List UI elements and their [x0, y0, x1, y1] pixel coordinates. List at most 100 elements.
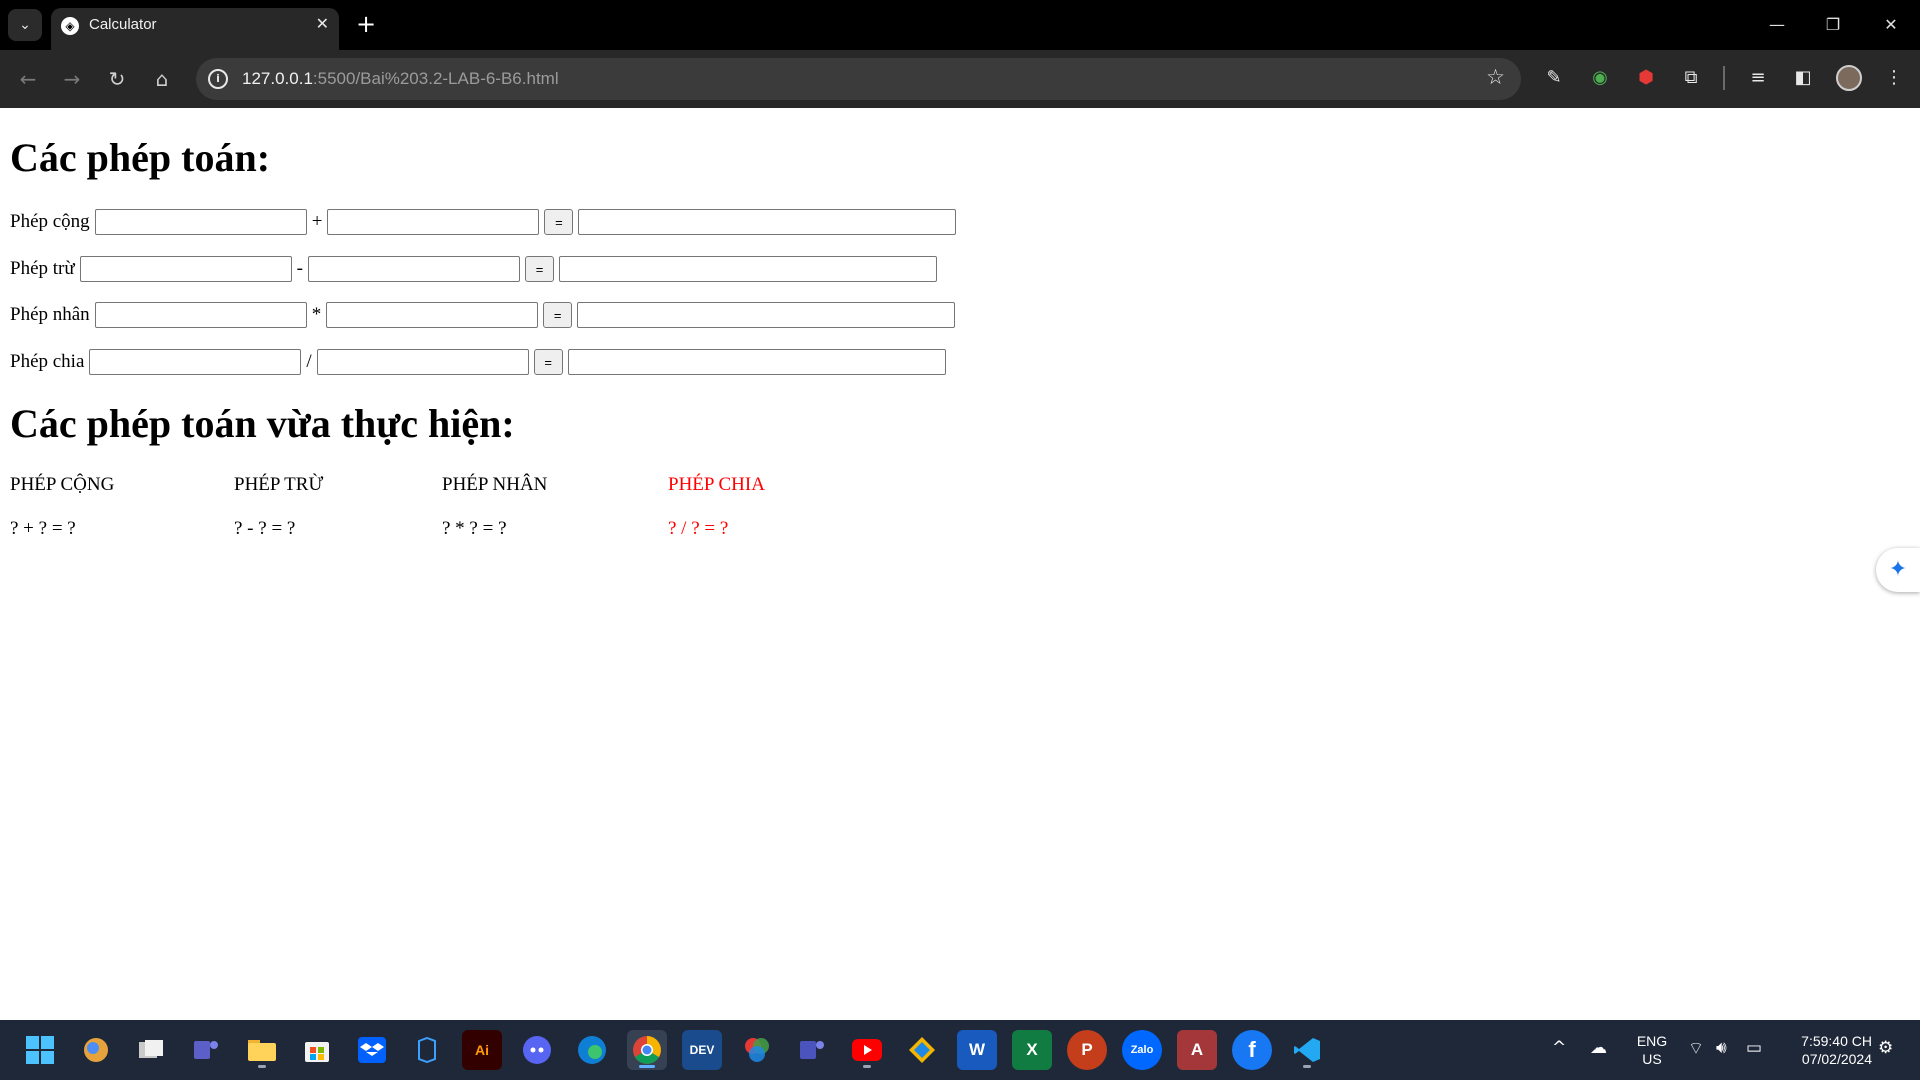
history-division: PHÉP CHIA ? / ? = ? [668, 474, 765, 540]
history-addition-label: PHÉP CỘNG [10, 474, 115, 495]
history-addition-expr: ? + ? = ? [10, 518, 76, 539]
teams-chat-icon[interactable] [186, 1030, 226, 1070]
discord-icon[interactable] [517, 1030, 557, 1070]
side-panel-icon[interactable]: ◧ [1789, 64, 1817, 92]
more-menu-icon[interactable]: ⋮ [1880, 64, 1908, 92]
division-row: Phép chia / = [10, 348, 946, 376]
eyedropper-extension-icon[interactable]: ✎ [1540, 64, 1568, 92]
operations-heading: Các phép toán: [10, 135, 271, 180]
forward-arrow-icon[interactable]: → [56, 63, 88, 95]
start-windows-icon[interactable] [20, 1030, 60, 1070]
chrome-icon[interactable] [627, 1030, 667, 1070]
chevron-down-icon: ⌄ [19, 17, 31, 33]
dev-home-icon[interactable]: DEV [682, 1030, 722, 1070]
lang-line1: ENG [1636, 1033, 1668, 1049]
home-icon[interactable]: ⌂ [146, 63, 178, 95]
media-control-icon[interactable]: ≡ [1744, 64, 1772, 92]
toolbar-separator [1723, 66, 1725, 90]
history-division-expr: ? / ? = ? [668, 518, 729, 539]
excel-icon[interactable]: X [1012, 1030, 1052, 1070]
tab-close-icon[interactable]: ✕ [316, 14, 329, 33]
facebook-icon[interactable]: f [1232, 1030, 1272, 1070]
copilot-pre-icon[interactable] [76, 1030, 116, 1070]
file-explorer-icon[interactable] [242, 1030, 282, 1070]
division-operand1-input[interactable] [89, 349, 302, 375]
battery-icon[interactable]: ▭ [1746, 1038, 1762, 1058]
word-icon[interactable]: W [957, 1030, 997, 1070]
clock-date: 07/02/2024 [1801, 1051, 1872, 1067]
clock-time: 7:59:40 CH [1801, 1033, 1872, 1049]
extensions-puzzle-icon[interactable]: ⧉ [1677, 64, 1705, 92]
url-text[interactable]: 127.0.0.1:5500/Bai%203.2-LAB-6-B6.html [242, 69, 559, 89]
addition-equals-button[interactable]: = [544, 209, 574, 235]
subtraction-operand1-input[interactable] [79, 256, 292, 282]
access-icon[interactable]: A [1177, 1030, 1217, 1070]
calculator-favicon-icon: ◈ [61, 17, 79, 35]
history-subtraction-label: PHÉP TRỪ [234, 474, 324, 495]
addition-operand1-input[interactable] [94, 209, 307, 235]
youtube-icon[interactable] [847, 1030, 887, 1070]
onedrive-warning-icon[interactable]: ☁ [1590, 1038, 1607, 1058]
history-heading: Các phép toán vừa thực hiện: [10, 401, 515, 446]
division-equals-button[interactable]: = [533, 349, 563, 375]
division-label: Phép chia [10, 351, 85, 372]
browser-chrome: ⌄ ◈ Calculator ✕ + — ❐ ✕ ← → ↻ ⌂ i 127.0… [0, 0, 1920, 108]
history-multiplication-expr: ? * ? = ? [442, 518, 507, 539]
division-operand2-input[interactable] [316, 349, 529, 375]
history-division-label: PHÉP CHIA [668, 474, 765, 495]
wifi-icon[interactable]: ⌔ [1688, 1038, 1704, 1059]
url-path: :5500/Bai%203.2-LAB-6-B6.html [312, 69, 559, 88]
task-view-icon[interactable] [131, 1030, 171, 1070]
notifications-bell-icon[interactable]: ⚙ [1878, 1038, 1893, 1058]
new-tab-button[interactable]: + [352, 9, 380, 41]
tab-calculator[interactable]: ◈ Calculator ✕ [51, 8, 339, 50]
browser-toolbar: ← → ↻ ⌂ i 127.0.0.1:5500/Bai%203.2-LAB-6… [0, 50, 1920, 108]
adblock-extension-icon[interactable]: ⬢ [1632, 64, 1660, 92]
subtraction-equals-button[interactable]: = [524, 256, 554, 282]
color-extension-icon[interactable]: ◉ [1586, 64, 1614, 92]
divide-operator: / [306, 351, 312, 372]
addition-operand2-input[interactable] [327, 209, 540, 235]
multiplication-operand2-input[interactable] [326, 302, 539, 328]
git-app-icon[interactable] [902, 1030, 942, 1070]
bookmark-star-icon[interactable]: ☆ [1486, 65, 1505, 89]
minus-operator: - [296, 258, 303, 279]
windows-taskbar: Ai DEV W X P Zalo A f ^ ☁ ENG US ⌔ 🔊︎ ▭ … [0, 1020, 1920, 1080]
tab-search-button[interactable]: ⌄ [8, 9, 42, 41]
multiplication-operand1-input[interactable] [94, 302, 307, 328]
site-info-icon[interactable]: i [208, 69, 228, 89]
unknown-app-icon[interactable] [407, 1030, 447, 1070]
color-wheel-icon[interactable] [737, 1030, 777, 1070]
minimize-button[interactable]: — [1762, 10, 1792, 40]
history-addition: PHÉP CỘNG ? + ? = ? [10, 474, 114, 540]
system-clock[interactable]: 7:59:40 CH 07/02/2024 [1786, 1032, 1872, 1068]
plus-operator: + [311, 211, 323, 232]
addition-result-input[interactable] [578, 209, 957, 235]
history-multiplication: PHÉP NHÂN ? * ? = ? [442, 474, 547, 540]
reload-icon[interactable]: ↻ [101, 63, 133, 95]
profile-avatar[interactable] [1836, 65, 1862, 91]
multiplication-result-input[interactable] [577, 302, 956, 328]
back-arrow-icon[interactable]: ← [12, 63, 44, 95]
powerpoint-icon[interactable]: P [1067, 1030, 1107, 1070]
subtraction-label: Phép trừ [10, 258, 75, 279]
vscode-icon[interactable] [1287, 1030, 1327, 1070]
show-hidden-icons-chevron-icon[interactable]: ^ [1552, 1038, 1566, 1058]
division-result-input[interactable] [567, 349, 946, 375]
multiplication-equals-button[interactable]: = [543, 302, 573, 328]
edge-icon[interactable] [572, 1030, 612, 1070]
teams-work-icon[interactable] [792, 1030, 832, 1070]
addition-label: Phép cộng [10, 211, 90, 232]
close-window-button[interactable]: ✕ [1876, 10, 1906, 40]
volume-icon[interactable]: 🔊︎ [1716, 1038, 1727, 1058]
restore-button[interactable]: ❐ [1818, 10, 1848, 40]
input-language[interactable]: ENG US [1634, 1032, 1670, 1068]
zalo-icon[interactable]: Zalo [1122, 1030, 1162, 1070]
address-bar[interactable]: i 127.0.0.1:5500/Bai%203.2-LAB-6-B6.html… [196, 58, 1521, 100]
dropbox-icon[interactable] [352, 1030, 392, 1070]
illustrator-icon[interactable]: Ai [462, 1030, 502, 1070]
sparkle-assistant-icon[interactable]: ✦ [1876, 548, 1920, 592]
subtraction-result-input[interactable] [558, 256, 937, 282]
microsoft-store-icon[interactable] [297, 1030, 337, 1070]
subtraction-operand2-input[interactable] [307, 256, 520, 282]
